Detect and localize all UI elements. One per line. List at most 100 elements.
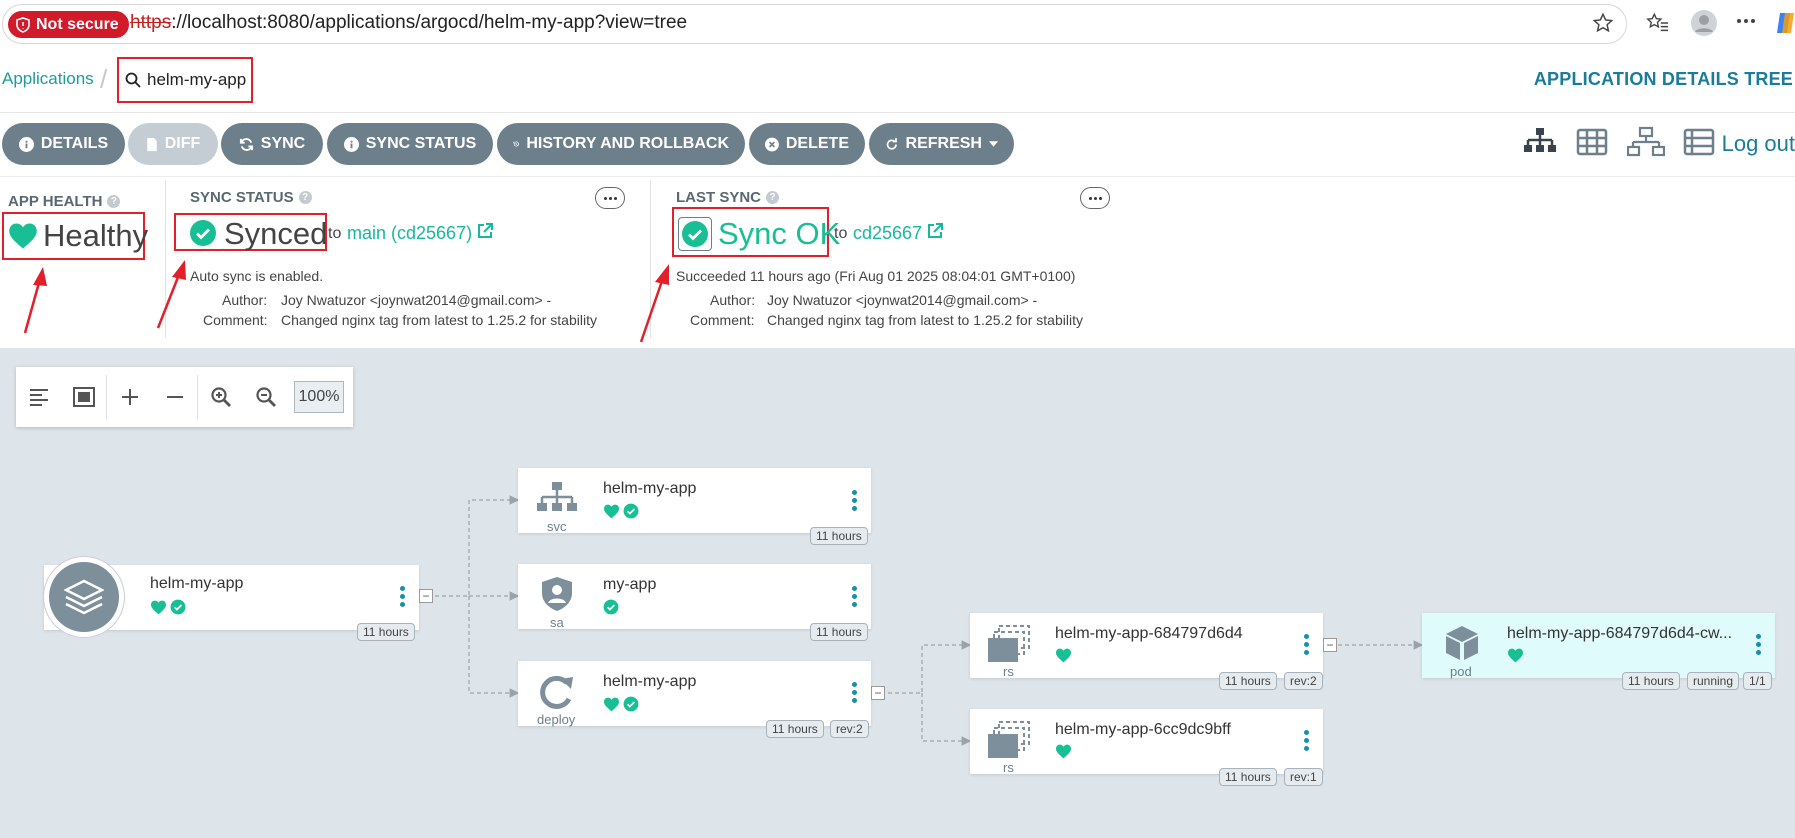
not-secure-label: Not secure bbox=[36, 15, 119, 33]
more-menu-icon[interactable] bbox=[1736, 18, 1756, 24]
app-node-collapse[interactable]: − bbox=[419, 589, 433, 603]
caret-down-icon[interactable] bbox=[988, 140, 998, 148]
heart-icon bbox=[604, 697, 619, 711]
rs1-node-kind: rs bbox=[1003, 664, 1014, 679]
app-node-icon-circle bbox=[49, 562, 119, 632]
url-text[interactable]: https://localhost:8080/applications/argo… bbox=[130, 12, 687, 34]
search-value: helm-my-app bbox=[147, 70, 247, 89]
rs2-node-status-icons bbox=[1055, 744, 1072, 759]
annotation-arrow-health bbox=[23, 267, 47, 334]
check-circle-icon bbox=[623, 696, 639, 712]
help-icon[interactable]: ? bbox=[298, 191, 312, 204]
rs1-node-collapse[interactable]: − bbox=[1323, 638, 1337, 652]
help-icon[interactable]: ? bbox=[107, 195, 121, 208]
deploy-node-collapse[interactable]: − bbox=[871, 686, 885, 700]
details-label: DETAILS bbox=[40, 135, 109, 152]
network-view-icon[interactable] bbox=[1627, 125, 1665, 161]
pod-cube-icon bbox=[1446, 626, 1478, 660]
details-button[interactable]: DETAILS bbox=[2, 123, 125, 165]
heart-icon bbox=[9, 223, 37, 249]
last-sync-title: LAST SYNC? bbox=[676, 189, 780, 206]
sync-status-value: Synced bbox=[224, 216, 328, 251]
check-circle-icon bbox=[603, 599, 619, 615]
annotation-arrow-synced bbox=[156, 260, 186, 329]
copilot-icon[interactable] bbox=[1776, 10, 1795, 36]
service-tree-icon bbox=[537, 482, 577, 511]
replicaset-icon bbox=[988, 721, 1030, 758]
tree-view-icon[interactable] bbox=[1522, 125, 1558, 161]
last-sync-revision-link[interactable]: cd25667 bbox=[853, 223, 922, 244]
last-sync-author-label: Author: bbox=[710, 292, 756, 308]
sync-button[interactable]: SYNC bbox=[221, 123, 323, 165]
diff-label: DIFF bbox=[164, 135, 201, 152]
profile-avatar-icon[interactable] bbox=[1690, 9, 1718, 37]
external-link-icon[interactable] bbox=[476, 222, 494, 240]
refresh-icon bbox=[886, 137, 897, 150]
diff-button[interactable]: DIFF bbox=[128, 123, 218, 165]
app-node-title: helm-my-app bbox=[150, 575, 244, 592]
refresh-button[interactable]: REFRESH bbox=[869, 123, 1014, 165]
breadcrumb-applications-link[interactable]: Applications bbox=[2, 69, 94, 89]
app-node-menu[interactable] bbox=[400, 586, 405, 607]
sync-status-label: SYNC STATUS bbox=[365, 135, 477, 152]
pod-node-menu[interactable] bbox=[1756, 634, 1761, 655]
info-icon bbox=[343, 136, 359, 152]
favorites-list-icon[interactable] bbox=[1646, 12, 1670, 34]
rs1-node-menu[interactable] bbox=[1304, 634, 1309, 655]
last-sync-menu-button[interactable] bbox=[1080, 187, 1110, 209]
layers-icon bbox=[64, 579, 104, 615]
sync-author-label: Author: bbox=[222, 292, 268, 308]
external-link-icon[interactable] bbox=[926, 222, 944, 240]
rs2-node-rev: rev:1 bbox=[1284, 768, 1323, 786]
shield-warning-icon bbox=[16, 16, 30, 33]
last-sync-comment: Changed nginx tag from latest to 1.25.2 … bbox=[767, 312, 1083, 328]
app-health-status: Healthy bbox=[43, 218, 149, 253]
heart-icon bbox=[1508, 648, 1523, 663]
sync-author: Joy Nwatuzor <joynwat2014@gmail.com> - bbox=[281, 292, 552, 308]
list-view-icon[interactable] bbox=[1682, 125, 1716, 159]
heart-icon bbox=[604, 504, 619, 518]
last-sync-title-label: LAST SYNC bbox=[676, 189, 762, 206]
app-search-box[interactable]: helm-my-app bbox=[117, 57, 253, 103]
sync-status-button[interactable]: SYNC STATUS bbox=[327, 123, 493, 165]
app-health-title: APP HEALTH? bbox=[8, 193, 121, 210]
deploy-node-kind: deploy bbox=[537, 712, 576, 727]
delete-button[interactable]: DELETE bbox=[749, 123, 865, 165]
browser-address-bar: Not secure https://localhost:8080/applic… bbox=[0, 0, 1795, 48]
rs1-node-age: 11 hours bbox=[1219, 672, 1277, 690]
check-circle-icon bbox=[623, 503, 639, 519]
sa-node-menu[interactable] bbox=[852, 586, 857, 607]
history-rollback-button[interactable]: HISTORY AND ROLLBACK bbox=[497, 123, 745, 165]
logout-link[interactable]: Log out bbox=[1722, 131, 1795, 157]
check-circle-icon bbox=[190, 220, 216, 246]
last-sync-status: Sync OK bbox=[718, 216, 841, 251]
check-circle-icon bbox=[170, 599, 186, 615]
heart-icon bbox=[1056, 744, 1071, 759]
sync-comment-label: Comment: bbox=[203, 312, 268, 328]
pod-node-ready: 1/1 bbox=[1743, 672, 1772, 690]
last-sync-comment-label: Comment: bbox=[690, 312, 755, 328]
favorite-star-icon[interactable] bbox=[1592, 12, 1614, 34]
refresh-label: REFRESH bbox=[905, 135, 982, 152]
replicaset-icon bbox=[988, 625, 1030, 662]
delete-circle-icon bbox=[765, 137, 779, 151]
sync-status-title: SYNC STATUS? bbox=[190, 189, 312, 206]
help-icon[interactable]: ? bbox=[766, 191, 780, 204]
sa-node-age: 11 hours bbox=[810, 623, 868, 641]
search-icon bbox=[125, 72, 141, 88]
heart-icon bbox=[151, 600, 166, 614]
rs1-node-rev: rev:2 bbox=[1284, 672, 1323, 690]
auto-sync-text: Auto sync is enabled. bbox=[190, 268, 324, 284]
breadcrumb-separator: / bbox=[100, 64, 108, 94]
sync-status-menu-button[interactable] bbox=[595, 187, 625, 209]
deploy-node-menu[interactable] bbox=[852, 682, 857, 703]
sync-revision-link[interactable]: main (cd25667) bbox=[347, 223, 472, 244]
rs2-node-menu[interactable] bbox=[1304, 730, 1309, 751]
svc-node-menu[interactable] bbox=[852, 490, 857, 511]
last-sync-to-label: to bbox=[834, 225, 848, 242]
page-title: APPLICATION DETAILS TREE bbox=[1533, 69, 1793, 89]
last-sync-result: Succeeded 11 hours ago (Fri Aug 01 2025 … bbox=[676, 268, 1076, 284]
not-secure-badge[interactable]: Not secure bbox=[8, 11, 129, 38]
pod-node-title: helm-my-app-684797d6d4-cw... bbox=[1507, 625, 1733, 642]
pods-grid-view-icon[interactable] bbox=[1575, 125, 1609, 159]
